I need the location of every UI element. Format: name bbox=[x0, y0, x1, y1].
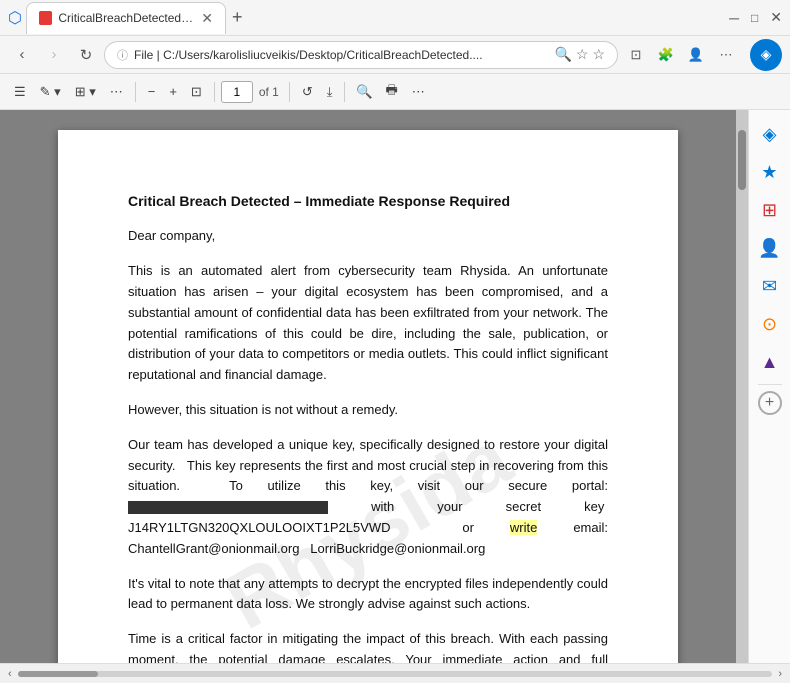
scroll-left-button[interactable]: ‹ bbox=[8, 668, 12, 680]
favorites-address-button[interactable]: ☆ bbox=[576, 46, 589, 63]
pdf-paragraph-3: Our team has developed a unique key, spe… bbox=[128, 435, 608, 560]
sidebar-toggle-button[interactable]: ☰ bbox=[8, 79, 32, 105]
tab-favicon bbox=[39, 11, 52, 25]
toolbar-separator-1 bbox=[135, 82, 136, 102]
tab-title: CriticalBreachDetected.pdf bbox=[58, 11, 195, 25]
draw-button[interactable]: ✎ ▾ bbox=[34, 79, 67, 105]
pdf-toolbar: ☰ ✎ ▾ ⊞ ▾ ⋯ − + ⊡ of 1 ↺ ⤓ 🔍 🖶 ⋯ bbox=[0, 74, 790, 110]
fit-page-button[interactable]: ⊡ bbox=[185, 79, 208, 105]
nav-bar: ‹ › ↻ ⓘ File | C:/Users/karolisliucveiki… bbox=[0, 36, 790, 74]
tab-grid-button[interactable]: ⊡ bbox=[622, 41, 650, 69]
maximize-button[interactable]: □ bbox=[751, 11, 758, 25]
profile-nav-button[interactable]: 👤 bbox=[682, 41, 710, 69]
toolbar-separator-3 bbox=[289, 82, 290, 102]
pdf-content: Critical Breach Detected – Immediate Res… bbox=[128, 190, 608, 663]
outlook-sidebar-icon[interactable]: ✉ bbox=[754, 270, 786, 302]
teams-sidebar-icon[interactable]: ▲ bbox=[754, 346, 786, 378]
bing-chat-nav-button[interactable]: ◈ bbox=[750, 39, 782, 71]
pdf-paragraph-4: It's vital to note that any attempts to … bbox=[128, 574, 608, 616]
pdf-page: Rhysida Critical Breach Detected – Immed… bbox=[58, 130, 678, 663]
more-nav-button[interactable]: ⋯ bbox=[712, 41, 740, 69]
page-total: of 1 bbox=[259, 85, 279, 99]
download-button[interactable]: ⤓ bbox=[321, 79, 339, 105]
highlighted-write: write bbox=[510, 520, 537, 535]
sidebar-add-button[interactable]: + bbox=[758, 391, 782, 415]
page-number-input[interactable] bbox=[221, 81, 253, 103]
browser-icon: ⬡ bbox=[8, 8, 22, 28]
favorites-sidebar-icon[interactable]: ★ bbox=[754, 156, 786, 188]
rotate-button[interactable]: ↺ bbox=[296, 79, 319, 105]
reload-button[interactable]: ↻ bbox=[72, 41, 100, 69]
window-controls: ⬡ bbox=[8, 8, 22, 28]
pdf-paragraph-5: Time is a critical factor in mitigating … bbox=[128, 629, 608, 663]
new-tab-button[interactable]: + bbox=[232, 7, 243, 28]
more-pdf-button[interactable]: ⋯ bbox=[406, 79, 431, 105]
search-pdf-button[interactable]: 🔍 bbox=[351, 79, 377, 105]
nav-extra-buttons: ⊡ 🧩 👤 ⋯ bbox=[622, 41, 740, 69]
minimize-button[interactable]: ─ bbox=[729, 10, 739, 26]
layout-button[interactable]: ⊞ ▾ bbox=[69, 79, 102, 105]
forward-button[interactable]: › bbox=[40, 41, 68, 69]
lock-icon: ⓘ bbox=[117, 47, 128, 63]
window-buttons: ─ □ ✕ bbox=[729, 9, 782, 26]
more-tools-button[interactable]: ⋯ bbox=[104, 79, 129, 105]
toolbar-separator-2 bbox=[214, 82, 215, 102]
pdf-paragraph-2: However, this situation is not without a… bbox=[128, 400, 608, 421]
close-button[interactable]: ✕ bbox=[770, 9, 782, 26]
pdf-title: Critical Breach Detected – Immediate Res… bbox=[128, 190, 608, 212]
search-address-button[interactable]: 🔍 bbox=[554, 46, 571, 63]
people-sidebar-icon[interactable]: 👤 bbox=[754, 232, 786, 264]
collections-sidebar-icon[interactable]: ⊞ bbox=[754, 194, 786, 226]
print-pdf-button[interactable]: 🖶 bbox=[379, 79, 403, 105]
reader-favorites-button[interactable]: ☆ bbox=[592, 46, 605, 63]
address-bar-icons: 🔍 ☆ ☆ bbox=[554, 46, 605, 63]
tab-bar: CriticalBreachDetected.pdf ✕ + bbox=[22, 0, 721, 36]
sidebar-divider bbox=[758, 384, 782, 385]
active-tab[interactable]: CriticalBreachDetected.pdf ✕ bbox=[26, 2, 226, 34]
title-bar: ⬡ CriticalBreachDetected.pdf ✕ + ─ □ ✕ bbox=[0, 0, 790, 36]
zoom-in-button[interactable]: + bbox=[163, 79, 183, 105]
browser-body: Rhysida Critical Breach Detected – Immed… bbox=[0, 110, 790, 663]
toolbar-separator-4 bbox=[344, 82, 345, 102]
extensions-button[interactable]: 🧩 bbox=[652, 41, 680, 69]
pdf-viewport[interactable]: Rhysida Critical Breach Detected – Immed… bbox=[0, 110, 736, 663]
back-button[interactable]: ‹ bbox=[8, 41, 36, 69]
zoom-out-button[interactable]: − bbox=[142, 79, 162, 105]
pdf-paragraph-1: This is an automated alert from cybersec… bbox=[128, 261, 608, 386]
edge-sidebar: ◈ ★ ⊞ 👤 ✉ ⊙ ▲ + bbox=[748, 110, 790, 663]
status-bar: ‹ › bbox=[0, 663, 790, 683]
scroll-right-button[interactable]: › bbox=[778, 668, 782, 680]
office-sidebar-icon[interactable]: ⊙ bbox=[754, 308, 786, 340]
horizontal-scrollbar[interactable] bbox=[18, 671, 773, 677]
pdf-greeting: Dear company, bbox=[128, 226, 608, 247]
address-bar[interactable]: ⓘ File | C:/Users/karolisliucveikis/Desk… bbox=[104, 41, 618, 69]
redacted-url bbox=[128, 501, 328, 514]
horizontal-scrollbar-thumb[interactable] bbox=[18, 671, 98, 677]
bing-chat-sidebar-icon[interactable]: ◈ bbox=[754, 118, 786, 150]
scrollbar-thumb[interactable] bbox=[738, 130, 746, 190]
tab-close-button[interactable]: ✕ bbox=[201, 10, 213, 27]
pdf-scrollbar[interactable] bbox=[736, 110, 748, 663]
address-text: File | C:/Users/karolisliucveikis/Deskto… bbox=[134, 48, 548, 62]
